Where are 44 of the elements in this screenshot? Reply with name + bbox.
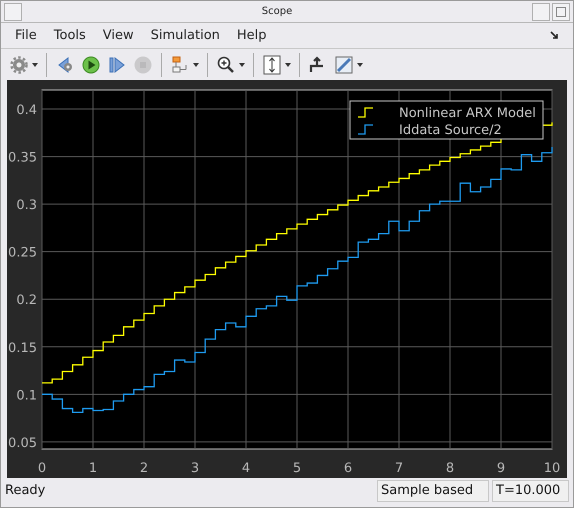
settings-button[interactable] [9, 54, 38, 74]
x-tick-label: 7 [394, 461, 404, 476]
run-icon [81, 54, 101, 74]
stop-icon [133, 54, 153, 74]
y-tick-label: 0.3 [16, 198, 37, 214]
zoom-in-icon [216, 54, 236, 74]
menu-item[interactable]: Simulation [150, 26, 220, 46]
settings-icon [9, 54, 29, 74]
zoom-in-button[interactable] [216, 54, 245, 74]
run-button[interactable] [81, 54, 101, 74]
dock-arrow-icon[interactable] [550, 31, 559, 40]
menu-item[interactable]: File [15, 26, 37, 46]
x-tick-label: 0 [38, 461, 46, 476]
simulation-time-field: T=10.000 [492, 480, 569, 502]
x-tick-label: 2 [140, 461, 148, 476]
x-tick-label: 1 [88, 461, 98, 476]
y-tick-label: 0.4 [16, 103, 37, 118]
x-tick-label: 9 [496, 461, 506, 476]
legend-label: Nonlinear ARX Model [399, 106, 536, 121]
y-tick-label: 0.35 [8, 150, 37, 166]
status-message: Ready [5, 482, 46, 500]
y-tick-label: 0.05 [8, 436, 37, 451]
block-diagram-button[interactable] [170, 54, 199, 74]
step-forward-button[interactable] [107, 54, 127, 74]
step-forward-icon [107, 54, 127, 74]
scale-axes-icon [262, 54, 282, 74]
y-tick-label: 0.25 [8, 246, 37, 261]
x-tick-label: 3 [190, 461, 200, 476]
maximize-button[interactable] [552, 2, 570, 20]
sampling-mode-field: Sample based [377, 480, 489, 502]
menu-item[interactable]: View [102, 26, 134, 46]
y-tick-label: 0.1 [16, 388, 37, 404]
window-title: Scope [260, 5, 294, 19]
y-tick-label: 0.2 [16, 293, 37, 308]
menu-item[interactable]: Tools [54, 26, 86, 46]
x-tick-label: 5 [292, 461, 302, 476]
legend-label: Iddata Source/2 [399, 123, 502, 138]
x-tick-label: 4 [242, 461, 250, 476]
x-tick-label: 6 [344, 461, 352, 476]
menu-item[interactable]: Help [236, 26, 267, 46]
scale-axes-button[interactable] [262, 54, 291, 74]
x-tick-label: 8 [446, 461, 454, 476]
x-tick-label: 10 [544, 461, 560, 476]
y-tick-label: 0.15 [8, 340, 37, 356]
